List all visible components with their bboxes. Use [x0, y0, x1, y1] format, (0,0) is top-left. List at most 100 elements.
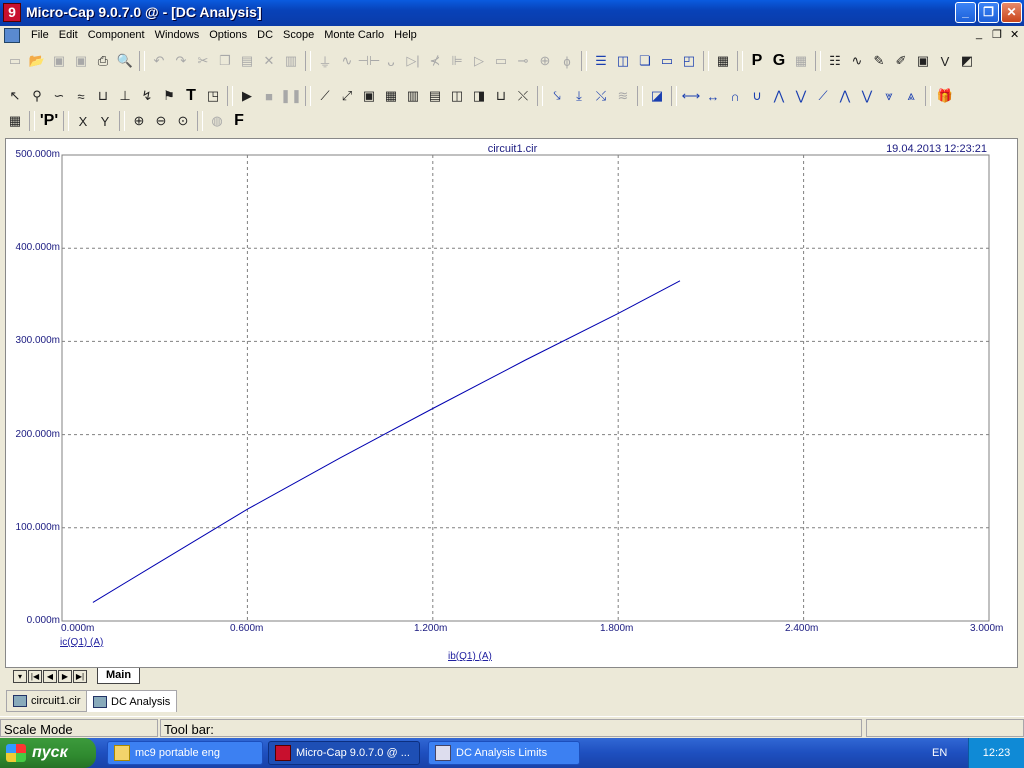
run-icon[interactable]: ▶: [236, 85, 258, 107]
calculator-icon[interactable]: ▦: [712, 50, 734, 72]
split-rows-icon[interactable]: ◫: [446, 85, 468, 107]
window-icon[interactable]: ☰: [590, 50, 612, 72]
y-axis-title[interactable]: ic(Q1) (A): [60, 637, 103, 648]
tab-next-button[interactable]: ▶: [58, 670, 72, 683]
redo-icon[interactable]: ↷: [170, 50, 192, 72]
new-icon[interactable]: ▭: [4, 50, 26, 72]
text-icon[interactable]: T: [180, 85, 202, 107]
bus-icon[interactable]: ≈: [70, 85, 92, 107]
plot-window-icon[interactable]: ◪: [646, 85, 668, 107]
column-icon[interactable]: ▥: [402, 85, 424, 107]
zoom-out-icon[interactable]: ⊖: [150, 110, 172, 132]
open-icon[interactable]: 📂: [26, 50, 48, 72]
copy-icon[interactable]: ❐: [214, 50, 236, 72]
taskbar-item-microcap[interactable]: Micro-Cap 9.0.7.0 @ ...: [268, 741, 420, 765]
cut-icon[interactable]: ✂: [192, 50, 214, 72]
menu-monte-carlo[interactable]: Monte Carlo: [319, 29, 389, 41]
source-icon[interactable]: ▭: [490, 50, 512, 72]
peak-icon[interactable]: ⤥: [546, 85, 568, 107]
multi-4-icon[interactable]: ⩓: [900, 85, 922, 107]
vcursor-icon[interactable]: ↔: [702, 85, 724, 107]
down-slope-icon[interactable]: ⋁: [790, 85, 812, 107]
mdi-restore-button[interactable]: ❐: [992, 28, 1002, 41]
info-icon[interactable]: ◳: [202, 85, 224, 107]
tab-prev-button[interactable]: ◀: [43, 670, 57, 683]
probe-icon[interactable]: ϕ: [556, 50, 578, 72]
print-preview-icon[interactable]: 🔍: [114, 50, 136, 72]
mdi-close-button[interactable]: ✕: [1010, 28, 1019, 41]
select-all-icon[interactable]: ▥: [280, 50, 302, 72]
tab-last-button[interactable]: ▶|: [73, 670, 87, 683]
up-slope-icon[interactable]: ⋀: [768, 85, 790, 107]
inductor-icon[interactable]: ᴗ: [380, 50, 402, 72]
plot-area[interactable]: [6, 139, 1019, 669]
menu-dc[interactable]: DC: [252, 29, 278, 41]
baseline-icon[interactable]: ⊔: [490, 85, 512, 107]
tab-main[interactable]: Main: [97, 668, 141, 684]
scope-icon[interactable]: ▣: [912, 50, 934, 72]
plot-icon[interactable]: ◩: [956, 50, 978, 72]
table-view-icon[interactable]: ▦: [4, 110, 26, 132]
close-button[interactable]: ✕: [1001, 2, 1022, 23]
up-icon[interactable]: ∩: [724, 85, 746, 107]
mdi-minimize-button[interactable]: _: [976, 28, 982, 40]
menu-help[interactable]: Help: [389, 29, 422, 41]
tab-first-button[interactable]: |◀: [28, 670, 42, 683]
junction-icon[interactable]: ⊥: [114, 85, 136, 107]
grid-icon[interactable]: ▣: [358, 85, 380, 107]
zoom-in-icon[interactable]: ⊕: [128, 110, 150, 132]
valley-icon[interactable]: ⤓: [568, 85, 590, 107]
hcursor-icon[interactable]: ⟷: [680, 85, 702, 107]
doc-tab-circuit[interactable]: circuit1.cir: [6, 690, 88, 712]
f-icon[interactable]: F: [228, 110, 250, 132]
ground-icon[interactable]: ⏚: [314, 50, 336, 72]
battery-icon[interactable]: ⊫: [446, 50, 468, 72]
p-mode-icon[interactable]: 'P': [38, 110, 60, 132]
stop-icon[interactable]: ■: [258, 85, 280, 107]
down-icon[interactable]: ∪: [746, 85, 768, 107]
x-axis-title[interactable]: ib(Q1) (A): [448, 651, 492, 662]
save-all-icon[interactable]: ▣: [70, 50, 92, 72]
plot-window[interactable]: circuit1.cir 19.04.2013 12:23:21 500.000…: [5, 138, 1018, 668]
node-icon[interactable]: ⊔: [92, 85, 114, 107]
p-icon[interactable]: P: [746, 50, 768, 72]
line-tool-icon[interactable]: ⟋: [314, 85, 336, 107]
cursor-icon[interactable]: ⤬: [512, 85, 534, 107]
menu-component[interactable]: Component: [83, 29, 150, 41]
diode-icon[interactable]: ▷|: [402, 50, 424, 72]
select-arrow-icon[interactable]: ↖: [4, 85, 26, 107]
waveform-icon[interactable]: ∿: [846, 50, 868, 72]
component-mode-icon[interactable]: ⚲: [26, 85, 48, 107]
line-tool-2-icon[interactable]: ⤢: [336, 85, 358, 107]
restore-button[interactable]: ❐: [978, 2, 999, 23]
table-icon[interactable]: ▦: [790, 50, 812, 72]
scale-icon[interactable]: ≋: [612, 85, 634, 107]
multi-icon[interactable]: ⋀: [834, 85, 856, 107]
doc-tab-dc-analysis[interactable]: DC Analysis: [86, 690, 178, 712]
print-icon[interactable]: ⎙: [92, 50, 114, 72]
clock[interactable]: 12:23: [968, 738, 1024, 768]
grid-fine-icon[interactable]: ▦: [380, 85, 402, 107]
fine-icon[interactable]: ⟋: [812, 85, 834, 107]
component-panel-icon[interactable]: ☷: [824, 50, 846, 72]
minimize-button[interactable]: _: [955, 2, 976, 23]
switch-icon[interactable]: ⊸: [512, 50, 534, 72]
window-split-icon[interactable]: ◰: [678, 50, 700, 72]
language-indicator[interactable]: EN: [932, 747, 947, 759]
slope-icon[interactable]: ⤯: [590, 85, 612, 107]
package-icon[interactable]: 🎁: [934, 85, 956, 107]
zoom-fit-icon[interactable]: ⊙: [172, 110, 194, 132]
rows-icon[interactable]: ▤: [424, 85, 446, 107]
split-cols-icon[interactable]: ◨: [468, 85, 490, 107]
resistor-icon[interactable]: ∿: [336, 50, 358, 72]
pencil-icon[interactable]: ✎: [868, 50, 890, 72]
vd-icon[interactable]: V: [934, 50, 956, 72]
menu-windows[interactable]: Windows: [150, 29, 205, 41]
multi-2-icon[interactable]: ⋁: [856, 85, 878, 107]
multi-3-icon[interactable]: ⩔: [878, 85, 900, 107]
wire-icon[interactable]: ∽: [48, 85, 70, 107]
g-icon[interactable]: G: [768, 50, 790, 72]
paste-icon[interactable]: ▤: [236, 50, 258, 72]
x-axis-icon[interactable]: X: [72, 110, 94, 132]
window-frame-icon[interactable]: ▭: [656, 50, 678, 72]
